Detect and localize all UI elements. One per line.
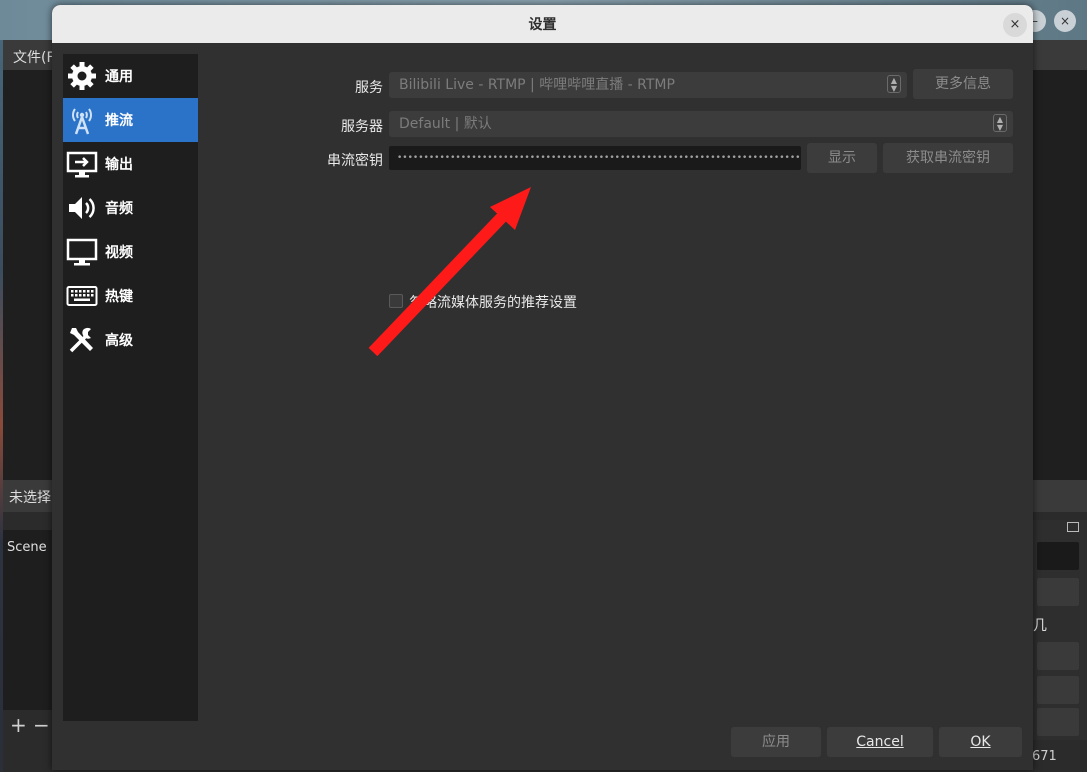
speaker-icon (69, 197, 95, 219)
dialog-titlebar: 设置 × (52, 5, 1033, 43)
sidebar-item-video[interactable]: 视频 (63, 230, 198, 274)
scenes-panel (3, 530, 52, 710)
float-dock-icon[interactable] (1067, 522, 1079, 532)
show-key-button[interactable]: 显示 (807, 143, 877, 173)
status-number: 671 (1032, 749, 1057, 764)
service-select-value: Bilibili Live - RTMP | 哔哩哔哩直播 - RTMP (399, 77, 675, 93)
service-select[interactable]: Bilibili Live - RTMP | 哔哩哔哩直播 - RTMP ▲ ▼ (389, 72, 907, 98)
mixer-row[interactable] (1037, 676, 1079, 704)
add-scene-button[interactable]: + (10, 713, 27, 737)
get-stream-key-button[interactable]: 获取串流密钥 (883, 143, 1013, 173)
ok-button[interactable]: OK (939, 727, 1022, 757)
mixer-row[interactable] (1037, 708, 1079, 736)
menu-file[interactable]: 文件(F (13, 47, 55, 67)
sidebar-item-hotkeys[interactable]: 热键 (63, 274, 198, 318)
dialog-title: 设置 (528, 17, 557, 33)
sidebar-item-label: 热键 (105, 289, 133, 305)
stream-key-input[interactable]: ••••••••••••••••••••••••••••••••••••••••… (389, 146, 801, 170)
output-icon (66, 151, 98, 178)
sidebar-item-label: 音频 (105, 201, 133, 217)
more-info-button[interactable]: 更多信息 (913, 69, 1013, 99)
ignore-recommendations-checkbox[interactable] (389, 294, 403, 308)
mixer-row[interactable] (1037, 642, 1079, 670)
mixer-row[interactable] (1037, 578, 1079, 606)
close-button[interactable]: × (1003, 13, 1027, 37)
ignore-recommendations-label[interactable]: 忽略流媒体服务的推荐设置 (409, 292, 577, 312)
settings-dialog: 设置 × 通用 推流 输出 音频 视频 热键 高级 服务 Bilibili Li… (52, 5, 1033, 770)
keyboard-icon (66, 286, 98, 306)
sidebar-item-stream[interactable]: 推流 (63, 98, 198, 142)
cancel-button[interactable]: Cancel (827, 727, 933, 757)
mixer-row[interactable] (1037, 542, 1079, 570)
sidebar-item-label: 视频 (105, 245, 133, 261)
settings-sidebar: 通用 推流 输出 音频 视频 热键 高级 (63, 54, 198, 721)
server-label: 服务器 (341, 119, 383, 135)
tools-icon (69, 327, 93, 353)
bg-close-icon[interactable]: × (1054, 10, 1076, 32)
sidebar-item-output[interactable]: 输出 (63, 142, 198, 186)
apply-button[interactable]: 应用 (731, 727, 821, 757)
service-label: 服务 (355, 80, 383, 96)
sidebar-item-label: 输出 (105, 157, 133, 173)
server-select[interactable]: Default | 默认 ▲ ▼ (389, 111, 1013, 137)
sidebar-item-label: 通用 (105, 69, 133, 85)
sidebar-item-label: 高级 (105, 333, 133, 349)
chevron-updown-icon: ▲ ▼ (887, 75, 901, 93)
remove-scene-button[interactable]: − (33, 713, 50, 737)
scene-list-item[interactable]: Scene (7, 540, 47, 555)
no-source-selected-label: 未选择 (9, 490, 51, 506)
gear-icon (68, 62, 96, 90)
antenna-icon (72, 108, 92, 135)
right-partial-text: 几 (1033, 618, 1047, 634)
server-select-value: Default | 默认 (399, 116, 492, 132)
stream-key-label: 串流密钥 (327, 153, 383, 169)
chevron-updown-icon: ▲ ▼ (993, 114, 1007, 132)
sidebar-item-label: 推流 (105, 113, 133, 129)
sidebar-item-advanced[interactable]: 高级 (63, 318, 198, 362)
monitor-icon (66, 238, 98, 266)
sidebar-item-audio[interactable]: 音频 (63, 186, 198, 230)
sidebar-item-general[interactable]: 通用 (63, 54, 198, 98)
